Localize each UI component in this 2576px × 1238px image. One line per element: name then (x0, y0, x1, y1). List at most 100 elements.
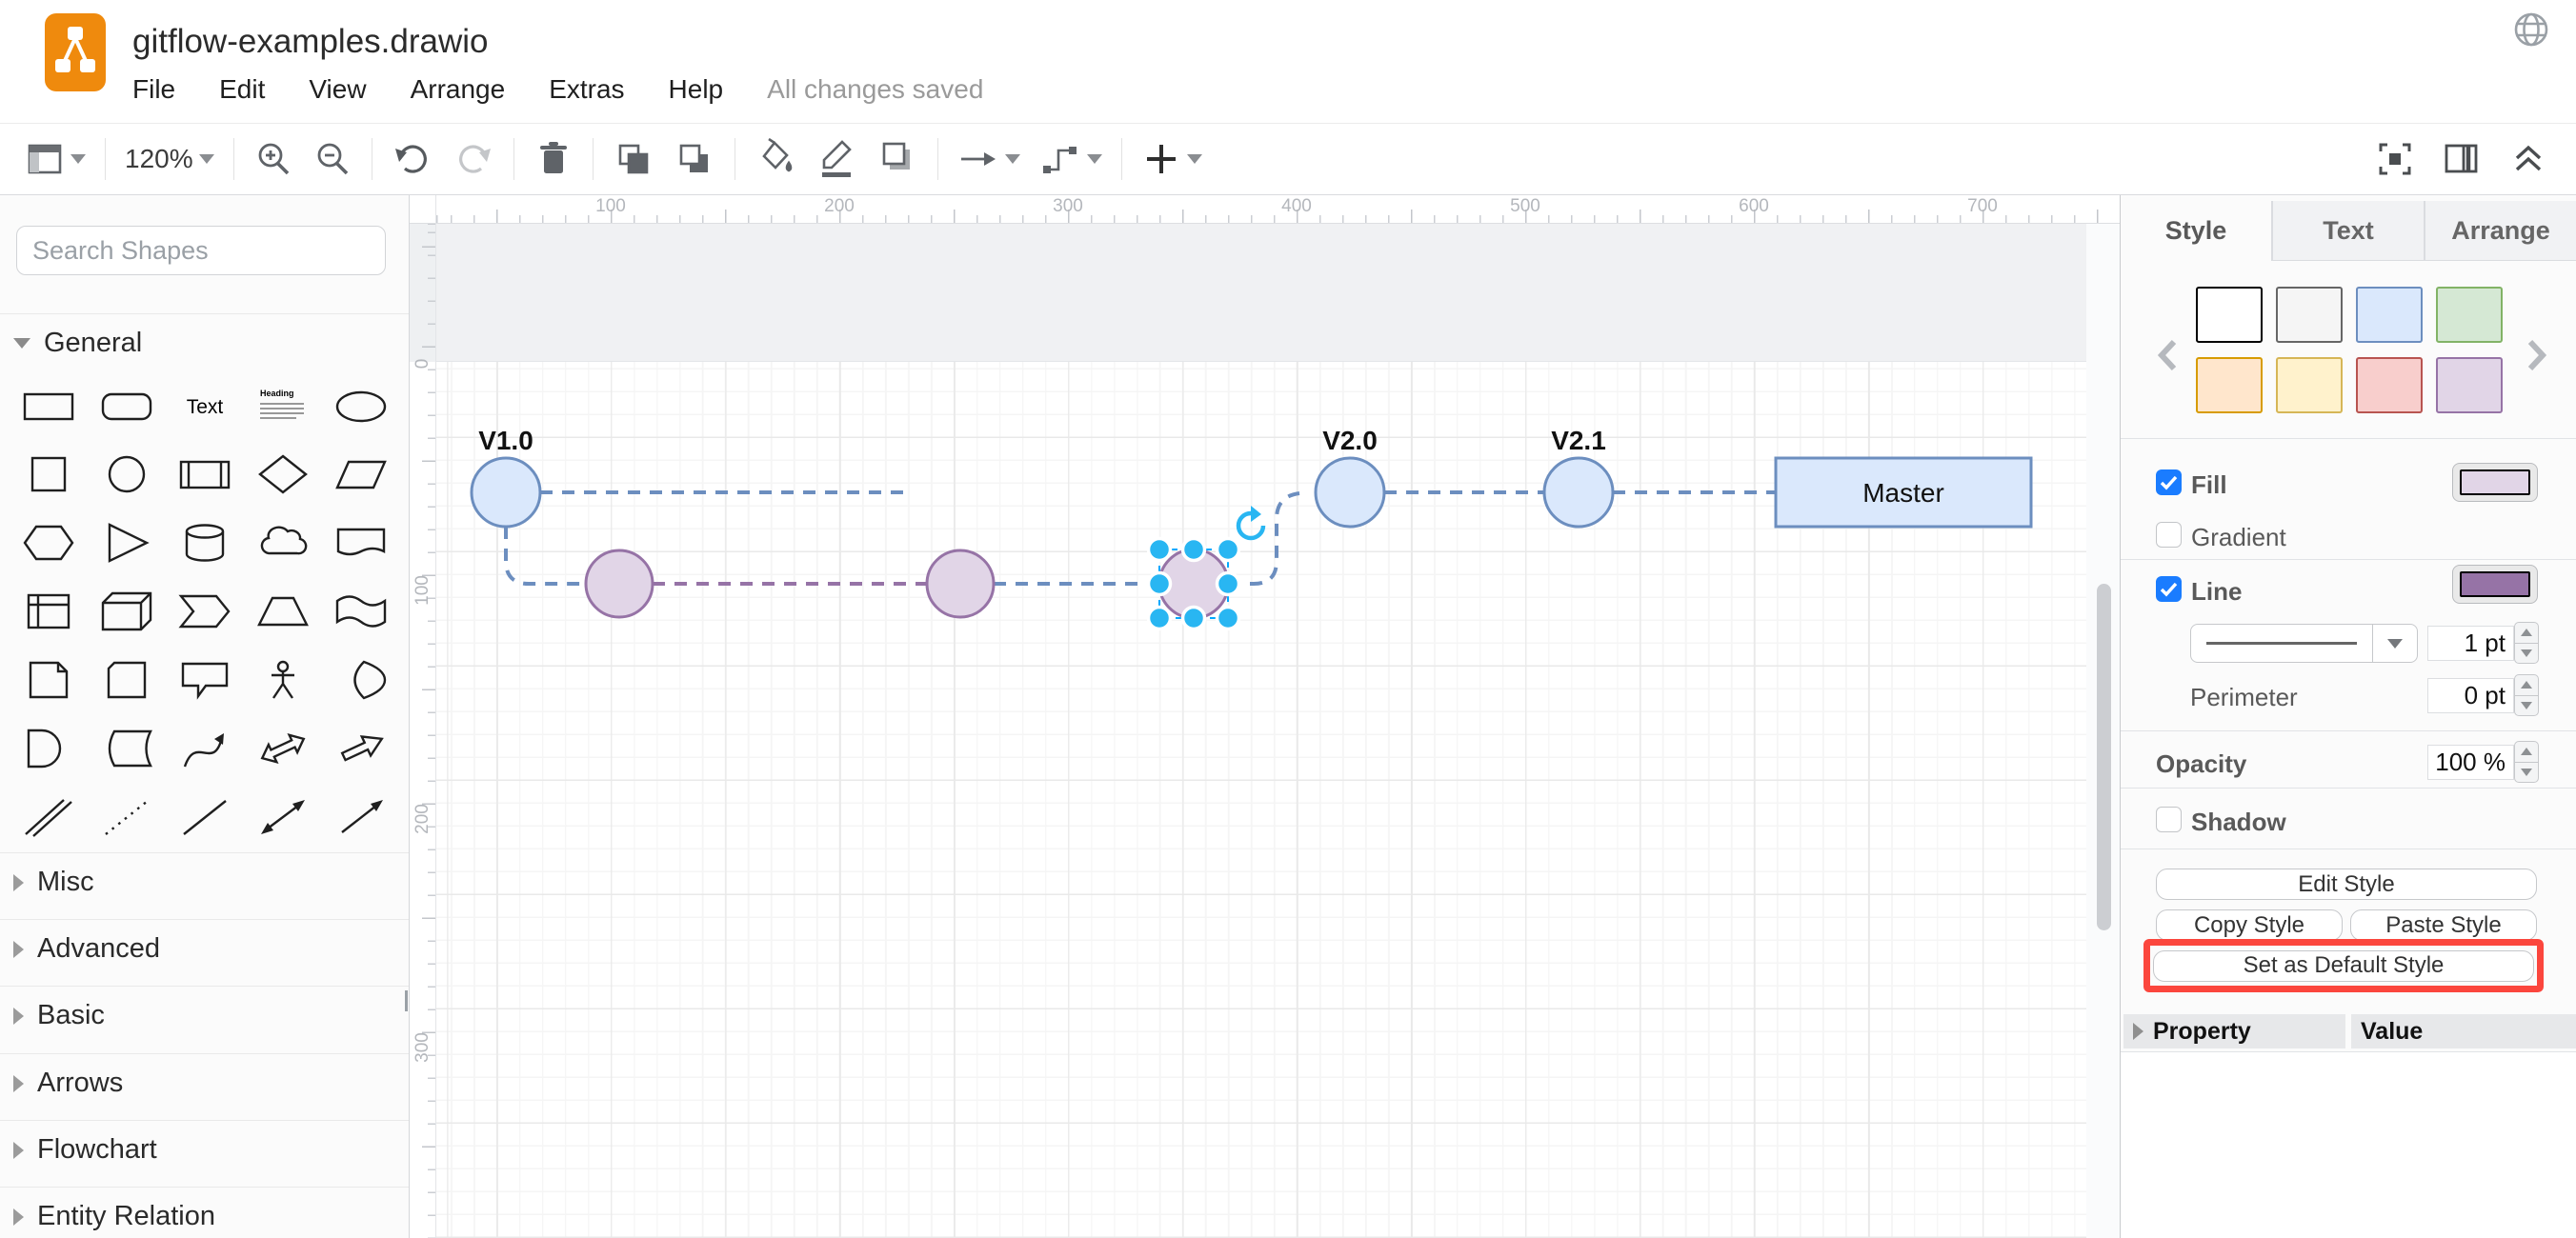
line-width-input[interactable]: 1 pt (2427, 626, 2514, 661)
shape-rectangle[interactable] (19, 384, 78, 428)
shape-trapezoid[interactable] (253, 589, 312, 633)
preset-white[interactable] (2196, 287, 2263, 343)
tab-style[interactable]: Style (2121, 201, 2272, 261)
preset-blue[interactable] (2356, 287, 2423, 343)
shape-cylinder[interactable] (175, 521, 234, 565)
shape-curve[interactable] (175, 727, 234, 770)
shape-or[interactable] (332, 658, 391, 702)
shape-callout[interactable] (175, 658, 234, 702)
menu-view[interactable]: View (309, 74, 366, 105)
search-input[interactable] (30, 235, 372, 267)
shape-hexagon[interactable] (19, 521, 78, 565)
shadow-icon[interactable] (876, 138, 918, 180)
preset-green[interactable] (2436, 287, 2503, 343)
shape-arrow[interactable] (332, 727, 391, 770)
zoom-in-icon[interactable] (253, 139, 293, 179)
shape-actor[interactable] (253, 658, 312, 702)
collapse-toolbar-icon[interactable] (2507, 138, 2549, 180)
preset-purple[interactable] (2436, 357, 2503, 413)
line-color-swatch[interactable] (2452, 565, 2538, 604)
shape-parallelogram[interactable] (332, 452, 391, 496)
diagram-canvas[interactable]: 100 200 300 400 500 600 700 0 100 200 30… (410, 195, 2120, 1238)
edge-branch-merge[interactable] (1228, 493, 1299, 584)
zoom-level-dropdown[interactable]: 120% (125, 144, 214, 174)
redo-icon[interactable] (453, 139, 494, 179)
shadow-checkbox[interactable] (2156, 807, 2182, 832)
shape-process[interactable] (175, 452, 234, 496)
language-globe-icon[interactable] (2509, 8, 2553, 51)
section-flowchart[interactable]: Flowchart (0, 1120, 410, 1179)
shape-search-box[interactable] (16, 226, 386, 275)
shape-rounded-rectangle[interactable] (97, 384, 156, 428)
paste-style-button[interactable]: Paste Style (2350, 909, 2537, 941)
to-back-icon[interactable] (674, 138, 715, 180)
node-branch-commit-2[interactable] (927, 550, 994, 617)
perimeter-stepper[interactable] (2514, 674, 2539, 716)
shape-internal-storage[interactable] (19, 589, 78, 633)
fill-color-swatch[interactable] (2452, 463, 2538, 502)
shape-square[interactable] (19, 452, 78, 496)
line-checkbox[interactable] (2156, 576, 2182, 602)
waypoint-style-button[interactable] (1039, 139, 1102, 179)
view-layout-button[interactable] (25, 139, 86, 179)
section-entity-relation[interactable]: Entity Relation (0, 1187, 410, 1238)
shape-line[interactable] (175, 795, 234, 839)
shape-link[interactable] (19, 795, 78, 839)
tab-text[interactable]: Text (2272, 201, 2425, 261)
perimeter-input[interactable]: 0 pt (2427, 678, 2514, 713)
shape-dashed-line[interactable] (97, 795, 156, 839)
shape-text[interactable]: Text (175, 384, 234, 428)
set-default-style-button[interactable]: Set as Default Style (2153, 950, 2534, 982)
format-panel-icon[interactable] (2441, 138, 2483, 180)
shape-card[interactable] (97, 658, 156, 702)
opacity-input[interactable]: 100 % (2427, 745, 2514, 780)
section-advanced[interactable]: Advanced (0, 919, 410, 978)
node-v20[interactable] (1316, 458, 1384, 527)
to-front-icon[interactable] (613, 138, 654, 180)
connection-arrow-button[interactable] (957, 139, 1020, 179)
shape-cloud[interactable] (253, 521, 312, 565)
shape-bidirectional-arrow[interactable] (253, 727, 312, 770)
preset-orange[interactable] (2196, 357, 2263, 413)
fill-color-icon[interactable] (755, 138, 796, 180)
shape-directional-connector[interactable] (332, 795, 391, 839)
zoom-out-icon[interactable] (312, 139, 352, 179)
shape-ellipse[interactable] (332, 384, 391, 428)
shape-and[interactable] (19, 727, 78, 770)
presets-prev-icon[interactable] (2155, 338, 2180, 372)
fit-page-icon[interactable] (2374, 138, 2416, 180)
section-general[interactable]: General (0, 313, 410, 372)
edge-branch-start[interactable] (506, 527, 586, 584)
menu-edit[interactable]: Edit (219, 74, 265, 105)
vertical-scrollbar[interactable] (2097, 584, 2111, 930)
delete-icon[interactable] (533, 138, 574, 180)
node-v10[interactable] (472, 458, 540, 527)
tab-arrange[interactable]: Arrange (2425, 201, 2576, 261)
menu-file[interactable]: File (132, 74, 175, 105)
rotate-handle-icon[interactable] (1238, 506, 1263, 538)
node-branch-commit-1[interactable] (586, 550, 653, 617)
menu-extras[interactable]: Extras (549, 74, 624, 105)
section-misc[interactable]: Misc (0, 852, 410, 911)
menu-arrange[interactable]: Arrange (411, 74, 506, 105)
menu-help[interactable]: Help (669, 74, 724, 105)
shape-circle[interactable] (97, 452, 156, 496)
line-color-icon[interactable] (815, 138, 857, 180)
line-width-stepper[interactable] (2514, 622, 2539, 664)
shape-bidirectional-connector[interactable] (253, 795, 312, 839)
insert-button[interactable] (1141, 139, 1202, 179)
shape-diamond[interactable] (253, 452, 312, 496)
preset-gray[interactable] (2276, 287, 2343, 343)
presets-next-icon[interactable] (2525, 338, 2549, 372)
preset-red[interactable] (2356, 357, 2423, 413)
property-column-header[interactable]: Property (2123, 1014, 2345, 1048)
edit-style-button[interactable]: Edit Style (2156, 869, 2537, 900)
section-arrows[interactable]: Arrows (0, 1053, 410, 1112)
line-style-dropdown[interactable] (2190, 624, 2418, 663)
shape-data-storage[interactable] (97, 727, 156, 770)
shape-note[interactable] (19, 658, 78, 702)
fill-checkbox[interactable] (2156, 469, 2182, 495)
shape-triangle[interactable] (97, 521, 156, 565)
shape-textbox[interactable]: Heading (253, 384, 312, 428)
shape-tape[interactable] (332, 589, 391, 633)
